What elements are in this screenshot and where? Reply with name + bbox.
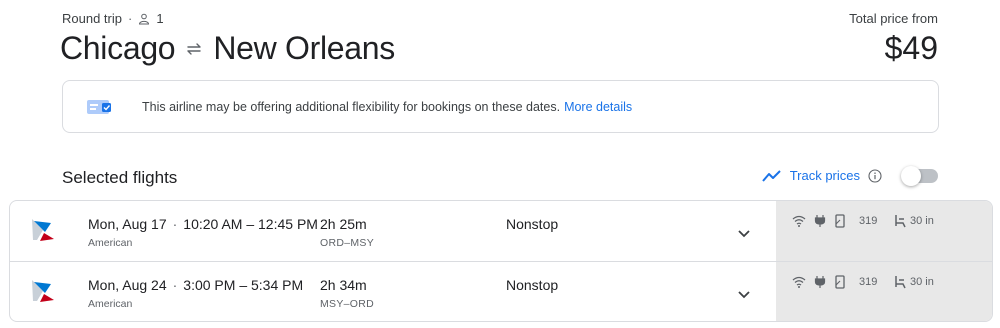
- co2-value: 319: [859, 215, 878, 227]
- flight-date: Mon, Aug 24: [88, 277, 167, 293]
- destination-city: New Orleans: [213, 30, 395, 66]
- person-icon: [139, 13, 150, 24]
- total-price-label: Total price from: [849, 11, 938, 26]
- trip-meta: Round trip · 1: [62, 11, 164, 26]
- swap-arrows-icon: [187, 42, 202, 55]
- flight-stops: Nonstop: [506, 216, 559, 232]
- toggle-knob: [901, 165, 921, 186]
- trend-chart-icon: [761, 169, 781, 182]
- flight-airports: MSY–ORD: [320, 298, 375, 310]
- flight-duration: 2h 25m: [320, 216, 367, 232]
- flight-date: Mon, Aug 17: [88, 216, 167, 232]
- chevron-down-icon[interactable]: [736, 225, 752, 241]
- american-airlines-logo: [32, 219, 54, 241]
- flight-times: 3:00 PM – 5:34 PM: [183, 277, 304, 293]
- flight-times: 10:20 AM – 12:45 PM: [183, 216, 318, 232]
- seat-icon: [895, 276, 906, 289]
- track-prices-label[interactable]: Track prices: [790, 168, 860, 183]
- trip-type[interactable]: Round trip: [62, 11, 122, 26]
- co2-value: 319: [859, 276, 878, 288]
- route-title: Chicago New Orleans: [60, 30, 395, 67]
- seat-icon: [895, 215, 906, 228]
- track-prices: Track prices: [761, 165, 938, 186]
- american-airlines-logo: [32, 280, 54, 302]
- legroom-value: 30 in: [910, 276, 934, 288]
- screen-icon: [835, 214, 845, 228]
- screen-icon: [835, 275, 845, 289]
- amenities-panel: 319 30 in: [776, 201, 992, 261]
- wifi-icon: [792, 276, 806, 288]
- amenities-panel: 319 30 in: [776, 262, 992, 321]
- info-icon[interactable]: [868, 168, 882, 183]
- airline-name: American: [88, 237, 133, 249]
- origin-city: Chicago: [60, 30, 176, 66]
- notice-message: This airline may be offering additional …: [142, 100, 561, 114]
- flight-list: Mon, Aug 17 · 10:20 AM – 12:45 PM American…: [9, 200, 993, 322]
- legroom-value: 30 in: [910, 215, 934, 227]
- separator-dot: ·: [127, 11, 133, 26]
- notice-text: This airline may be offering additional …: [142, 100, 632, 114]
- wifi-icon: [792, 215, 806, 227]
- flight-date-time: Mon, Aug 24 · 3:00 PM – 5:34 PM: [88, 277, 304, 293]
- chevron-down-icon[interactable]: [736, 286, 752, 302]
- airline-name: American: [88, 298, 133, 310]
- total-price: $49: [884, 30, 938, 66]
- more-details-link[interactable]: More details: [564, 100, 632, 114]
- selected-flights-title: Selected flights: [62, 168, 178, 187]
- flight-airports: ORD–MSY: [320, 237, 375, 249]
- flight-date-time: Mon, Aug 17 · 10:20 AM – 12:45 PM: [88, 216, 318, 232]
- flight-row-outbound[interactable]: Mon, Aug 17 · 10:20 AM – 12:45 PM American…: [10, 201, 992, 261]
- flexibility-notice: This airline may be offering additional …: [62, 80, 939, 133]
- power-plug-icon: [814, 215, 826, 227]
- flight-row-return[interactable]: Mon, Aug 24 · 3:00 PM – 5:34 PM American 2…: [10, 261, 992, 321]
- ticket-icon: [87, 100, 111, 114]
- flight-stops: Nonstop: [506, 277, 559, 293]
- passenger-count[interactable]: 1: [156, 11, 163, 26]
- track-prices-toggle[interactable]: [901, 165, 938, 186]
- power-plug-icon: [814, 276, 826, 288]
- flight-duration: 2h 34m: [320, 277, 367, 293]
